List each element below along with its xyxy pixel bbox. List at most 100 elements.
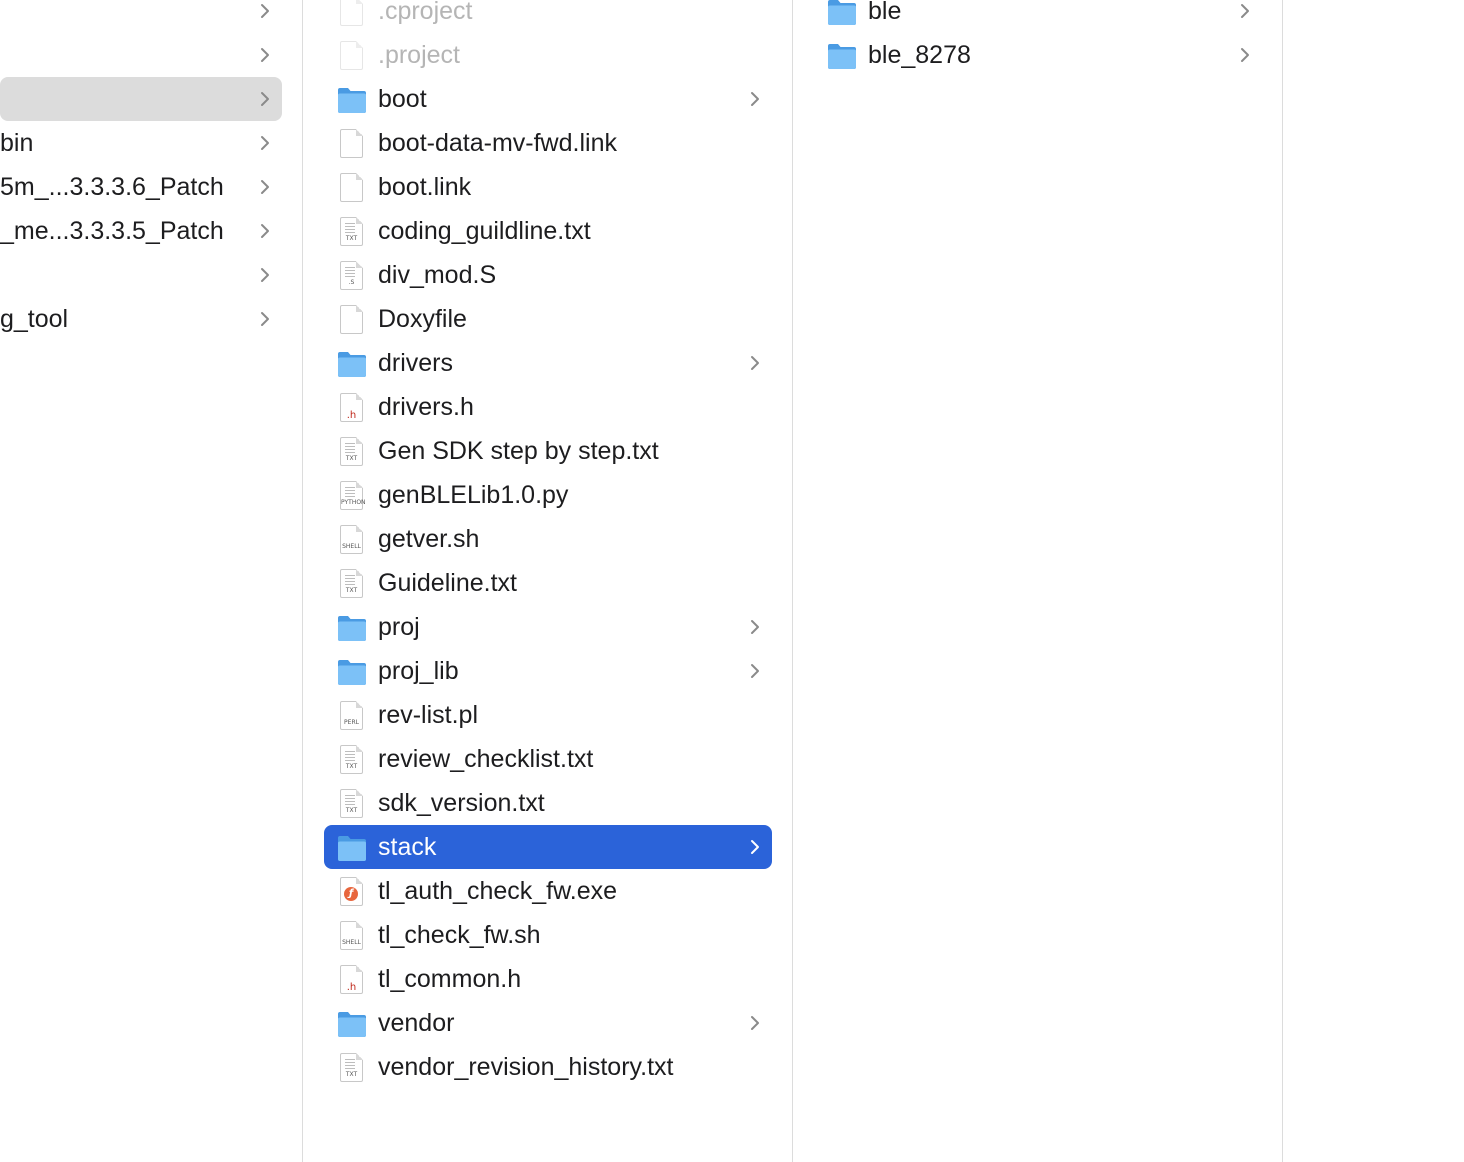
list-item[interactable]: proj_lib xyxy=(324,649,772,693)
item-name: tl_check_fw.sh xyxy=(378,921,541,949)
list-item[interactable]: TXT vendor_revision_history.txt xyxy=(324,1045,772,1089)
folder-icon xyxy=(826,41,858,71)
list-item[interactable]: bin xyxy=(0,121,282,165)
folder-icon xyxy=(336,349,368,379)
list-item[interactable]: TXT review_checklist.txt xyxy=(324,737,772,781)
item-name: div_mod.S xyxy=(378,261,497,289)
chevron-right-icon xyxy=(745,89,765,109)
file-type-tag: TXT xyxy=(345,587,358,594)
list-item[interactable]: g_tool xyxy=(0,297,282,341)
file-type-tag: .h xyxy=(346,410,357,421)
list-item[interactable]: stack xyxy=(324,825,772,869)
shell-script-icon: SHELL xyxy=(336,525,368,555)
file-type-tag: PERL xyxy=(344,719,359,726)
chevron-right-icon xyxy=(745,617,765,637)
text-file-icon: TXT xyxy=(336,217,368,247)
item-name: rev-list.pl xyxy=(378,701,479,729)
chevron-right-icon xyxy=(255,221,275,241)
chevron-right-icon xyxy=(745,1013,765,1033)
list-item[interactable]: TXT Gen SDK step by step.txt xyxy=(324,429,772,473)
generic-file-icon xyxy=(336,41,368,71)
item-name: boot.link xyxy=(378,173,472,201)
chevron-right-icon xyxy=(255,45,275,65)
list-item[interactable]: PYTHON genBLELib1.0.py xyxy=(324,473,772,517)
text-file-icon: TXT xyxy=(336,569,368,599)
list-item[interactable]: .h tl_common.h xyxy=(324,957,772,1001)
list-item[interactable]: boot.link xyxy=(324,165,772,209)
executable-icon: ƒ xyxy=(336,877,368,907)
list-item[interactable]: ƒ tl_auth_check_fw.exe xyxy=(324,869,772,913)
list-item[interactable]: PERL rev-list.pl xyxy=(324,693,772,737)
file-type-tag: SHELL xyxy=(342,939,361,946)
header-file-icon: .h xyxy=(336,393,368,423)
list-item[interactable]: ble_8278 xyxy=(814,33,1262,77)
list-item[interactable]: 5m_...3.3.3.6_Patch xyxy=(0,165,282,209)
item-name: ble_8278 xyxy=(868,41,971,69)
item-name: sdk_version.txt xyxy=(378,789,545,817)
list-item[interactable]: boot-data-mv-fwd.link xyxy=(324,121,772,165)
shell-script-icon: SHELL xyxy=(336,921,368,951)
header-file-icon: .h xyxy=(336,965,368,995)
file-list-column: .cproject .project boot boot-data-mv-fwd.li… xyxy=(303,0,793,1162)
folder-icon xyxy=(336,833,368,863)
file-type-tag: TXT xyxy=(345,1071,358,1078)
item-name: Guideline.txt xyxy=(378,569,517,597)
list-item[interactable]: Doxyfile xyxy=(324,297,772,341)
perl-file-icon: PERL xyxy=(336,701,368,731)
folder-icon xyxy=(826,0,858,27)
item-name: vendor xyxy=(378,1009,455,1037)
chevron-right-icon xyxy=(255,265,275,285)
list-item[interactable]: .project xyxy=(324,33,772,77)
list-item[interactable]: proj xyxy=(324,605,772,649)
list-item[interactable]: .h drivers.h xyxy=(324,385,772,429)
folder-icon xyxy=(336,85,368,115)
chevron-right-icon xyxy=(255,133,275,153)
list-item[interactable] xyxy=(0,33,282,77)
list-item[interactable]: SHELL tl_check_fw.sh xyxy=(324,913,772,957)
list-item[interactable]: drivers xyxy=(324,341,772,385)
chevron-right-icon xyxy=(745,837,765,857)
item-name: Doxyfile xyxy=(378,305,467,333)
folder-icon xyxy=(336,1009,368,1039)
item-name: boot xyxy=(378,85,427,113)
item-name: vendor_revision_history.txt xyxy=(378,1053,674,1081)
item-name: tl_common.h xyxy=(378,965,522,993)
list-item[interactable] xyxy=(0,77,282,121)
generic-file-icon xyxy=(336,305,368,335)
list-item[interactable]: SHELL getver.sh xyxy=(324,517,772,561)
chevron-right-icon xyxy=(255,309,275,329)
chevron-right-icon xyxy=(255,89,275,109)
item-name: proj_lib xyxy=(378,657,459,685)
list-item[interactable]: .S div_mod.S xyxy=(324,253,772,297)
list-item[interactable]: ble xyxy=(814,0,1262,33)
list-item[interactable]: TXT coding_guildline.txt xyxy=(324,209,772,253)
generic-file-icon xyxy=(336,173,368,203)
chevron-right-icon xyxy=(1235,1,1255,21)
list-item[interactable] xyxy=(0,0,282,33)
text-file-icon: TXT xyxy=(336,745,368,775)
folder-icon xyxy=(336,613,368,643)
item-name: proj xyxy=(378,613,420,641)
item-name: 5m_...3.3.3.6_Patch xyxy=(0,173,224,201)
item-name: genBLELib1.0.py xyxy=(378,481,569,509)
list-item[interactable]: TXT Guideline.txt xyxy=(324,561,772,605)
item-name: drivers xyxy=(378,349,454,377)
item-name: g_tool xyxy=(0,305,69,333)
assembly-file-icon: .S xyxy=(336,261,368,291)
list-item[interactable]: boot xyxy=(324,77,772,121)
item-name: coding_guildline.txt xyxy=(378,217,591,245)
item-name: review_checklist.txt xyxy=(378,745,594,773)
item-name: .cproject xyxy=(378,0,473,25)
chevron-right-icon xyxy=(255,1,275,21)
list-item[interactable]: TXT sdk_version.txt xyxy=(324,781,772,825)
list-item[interactable] xyxy=(0,253,282,297)
list-item[interactable]: .cproject xyxy=(324,0,772,33)
file-type-tag: PYTHON xyxy=(341,499,366,506)
list-item[interactable]: _me...3.3.3.5_Patch xyxy=(0,209,282,253)
item-name: drivers.h xyxy=(378,393,474,421)
file-type-tag: SHELL xyxy=(342,543,361,550)
chevron-right-icon xyxy=(255,177,275,197)
list-item[interactable]: vendor xyxy=(324,1001,772,1045)
chevron-right-icon xyxy=(745,661,765,681)
item-name: ble xyxy=(868,0,902,25)
